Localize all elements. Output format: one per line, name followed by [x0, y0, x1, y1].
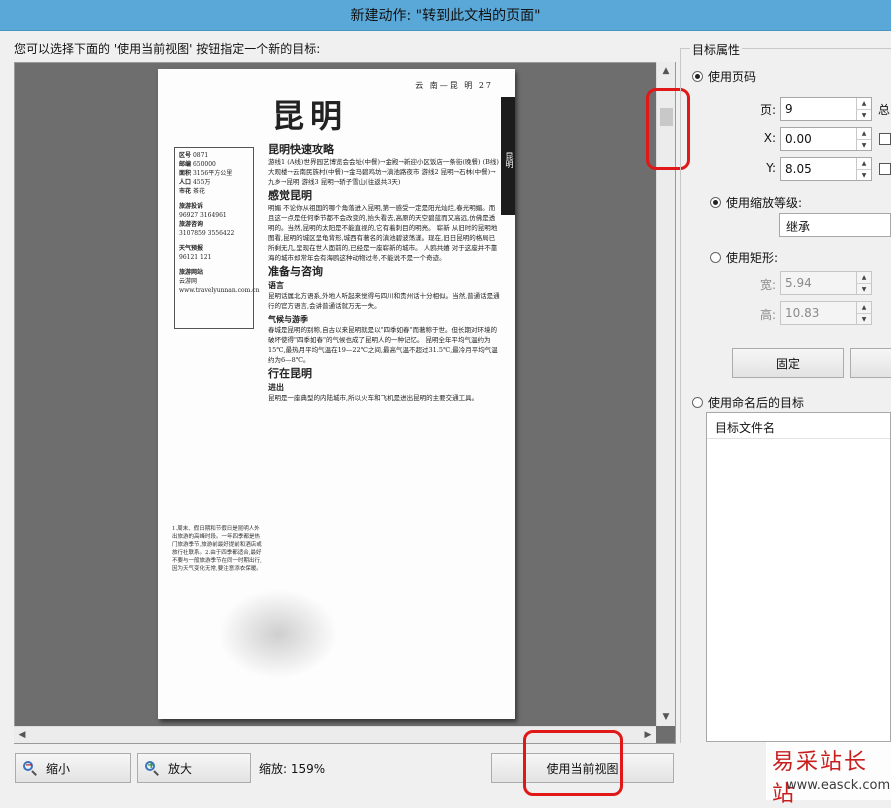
- stepper-up-icon[interactable]: ▲: [857, 98, 871, 109]
- fixed-button[interactable]: 固定: [732, 348, 844, 378]
- window-titlebar: 新建动作: "转到此文档的页面": [0, 0, 891, 31]
- scroll-right-arrow-icon[interactable]: ▶: [640, 727, 656, 743]
- scroll-down-arrow-icon[interactable]: ▼: [657, 708, 675, 726]
- section-text: 游线1 (A线)世界园艺博览会会址(中餐)→金殿→新迎小区饭店一条街(晚餐) (…: [268, 158, 499, 186]
- stepper-up-icon[interactable]: ▲: [857, 128, 871, 139]
- page-city-title: 昆明: [272, 97, 349, 135]
- stepper-down-icon[interactable]: ▼: [857, 139, 871, 151]
- page-side-tab: 昆明: [501, 97, 515, 215]
- zoom-out-button[interactable]: − 缩小: [15, 753, 131, 783]
- zoom-in-label: 放大: [168, 761, 193, 776]
- use-rect-label: 使用矩形:: [726, 251, 779, 265]
- stepper-up-icon[interactable]: ▲: [857, 158, 871, 169]
- stepper-down-icon[interactable]: ▼: [857, 169, 871, 181]
- info-row: 区号 0871: [179, 152, 209, 159]
- use-page-radio[interactable]: 使用页码: [692, 68, 756, 85]
- info-row: 旅游咨询 3107859 3556422: [179, 221, 235, 237]
- page-total-label: 总: [878, 103, 891, 117]
- info-row: 人口 455万: [179, 179, 211, 186]
- info-row: 面积 3156平方公里: [179, 170, 233, 177]
- section-text: 昆明话属北方语系,外地人听起来觉得与四川和贵州话十分相似。当然,普通话是通行的官…: [268, 292, 500, 310]
- rect-height-value: 10.83: [785, 306, 820, 320]
- page-content: 昆明快速攻略 游线1 (A线)世界园艺博览会会址(中餐)→金殿→新迎小区饭店一条…: [268, 141, 500, 403]
- rect-width-value: 5.94: [785, 276, 812, 290]
- zoom-out-label: 缩小: [46, 761, 71, 776]
- y-coordinate-stepper[interactable]: 8.05 ▲ ▼: [780, 157, 872, 181]
- section-heading: 准备与咨询: [268, 265, 323, 278]
- width-field-label: 宽:: [759, 278, 776, 292]
- use-named-target-radio[interactable]: 使用命名后的目标: [692, 394, 804, 411]
- radio-checked-icon: [710, 197, 721, 208]
- info-row: 旅游投诉 96927 3164961: [179, 203, 227, 219]
- section-subheading: 语言: [268, 280, 284, 290]
- page-tip-text: 1.周末、假日期和节假日是昆明人外出旅游的高峰时段。一年四季都是热门旅游季节,旅…: [172, 526, 262, 572]
- x-field-label: X:: [763, 131, 776, 145]
- instruction-text: 您可以选择下面的 '使用当前视图' 按钮指定一个新的目标:: [14, 42, 321, 56]
- bottom-toolbar: [0, 744, 891, 800]
- use-zoom-label: 使用缩放等级:: [726, 196, 803, 210]
- section-text: 春城是昆明的别称,自古以来昆明就是以"四季如春"而著称于世。但长期对环境的破坏使…: [268, 326, 498, 364]
- section-heading: 感觉昆明: [268, 189, 312, 202]
- secondary-rect-button[interactable]: [850, 348, 891, 378]
- section-heading: 行在昆明: [268, 367, 312, 380]
- watermark-url: www.easck.com: [786, 778, 891, 793]
- site-watermark: 易采站长站 www.easck.com: [766, 742, 891, 807]
- info-row: 天气预报 96121 121: [179, 245, 212, 261]
- page-number-value: 9: [785, 102, 793, 116]
- section-subheading: 进出: [268, 382, 284, 392]
- section-subheading: 气候与游季: [268, 314, 308, 324]
- section-text: 明媚 不论你从祖国的哪个角落进入昆明,第一感受一定是阳光灿烂,春光明媚。而且这一…: [268, 204, 498, 262]
- scroll-left-arrow-icon[interactable]: ◀: [14, 727, 30, 743]
- target-properties-title: 目标属性: [690, 41, 743, 58]
- height-field-label: 高:: [759, 308, 776, 322]
- y-field-label: Y:: [766, 161, 776, 175]
- named-targets-list[interactable]: 目标文件名: [706, 412, 891, 742]
- page-decoration: [218, 589, 338, 679]
- x-coordinate-value: 0.00: [785, 132, 812, 146]
- rect-height-stepper[interactable]: 10.83 ▲ ▼: [780, 301, 872, 325]
- document-page: 云 南—昆 明 27 昆明 昆明 区号 0871 邮编 650000 面积 31…: [158, 69, 515, 719]
- scroll-up-arrow-icon[interactable]: ▲: [657, 62, 675, 80]
- radio-unchecked-icon: [710, 252, 721, 263]
- radio-unchecked-icon: [692, 397, 703, 408]
- radio-checked-icon: [692, 71, 703, 82]
- zoom-level-select[interactable]: 继承: [779, 213, 891, 237]
- info-row: 旅游网站 云游网 www.travelyunnan.com.cn: [179, 269, 260, 294]
- page-preview[interactable]: 云 南—昆 明 27 昆明 昆明 区号 0871 邮编 650000 面积 31…: [14, 62, 676, 744]
- window-title: 新建动作: "转到此文档的页面": [350, 8, 541, 24]
- rect-width-stepper[interactable]: 5.94 ▲ ▼: [780, 271, 872, 295]
- use-rect-radio[interactable]: 使用矩形:: [710, 249, 778, 266]
- section-heading: 昆明快速攻略: [268, 143, 334, 156]
- page-running-head: 云 南—昆 明 27: [415, 81, 493, 90]
- section-text: 昆明是一座典型的内陆城市,所以火车和飞机是进出昆明的主要交通工具。: [268, 394, 479, 402]
- zoom-in-button[interactable]: + 放大: [137, 753, 251, 783]
- info-row: 市花 茶花: [179, 188, 205, 195]
- annotation-highlight-use-current-view: [523, 730, 623, 796]
- stepper-up-icon[interactable]: ▲: [857, 272, 871, 283]
- zoom-out-icon: −: [22, 760, 38, 776]
- fixed-button-label: 固定: [775, 356, 800, 371]
- stepper-up-icon[interactable]: ▲: [857, 302, 871, 313]
- use-page-label: 使用页码: [708, 70, 757, 84]
- page-field-label: 页:: [759, 103, 776, 117]
- y-inherit-checkbox[interactable]: [879, 163, 891, 175]
- stepper-down-icon[interactable]: ▼: [857, 109, 871, 121]
- info-row: 邮编 650000: [179, 161, 216, 168]
- zoom-level-text: 缩放: 159%: [259, 762, 326, 776]
- y-coordinate-value: 8.05: [785, 162, 812, 176]
- page-info-box: 区号 0871 邮编 650000 面积 3156平方公里 人口 455万 市花…: [174, 147, 260, 329]
- page-number-stepper[interactable]: 9 ▲ ▼: [780, 97, 872, 121]
- stepper-down-icon[interactable]: ▼: [857, 283, 871, 295]
- x-coordinate-stepper[interactable]: 0.00 ▲ ▼: [780, 127, 872, 151]
- x-inherit-checkbox[interactable]: [879, 133, 891, 145]
- stepper-down-icon[interactable]: ▼: [857, 313, 871, 325]
- named-targets-column-header[interactable]: 目标文件名: [707, 413, 890, 439]
- zoom-in-icon: +: [144, 760, 160, 776]
- watermark-brand: 易采站长站: [772, 750, 869, 807]
- use-named-target-label: 使用命名后的目标: [708, 396, 805, 410]
- use-zoom-radio[interactable]: 使用缩放等级:: [710, 194, 802, 211]
